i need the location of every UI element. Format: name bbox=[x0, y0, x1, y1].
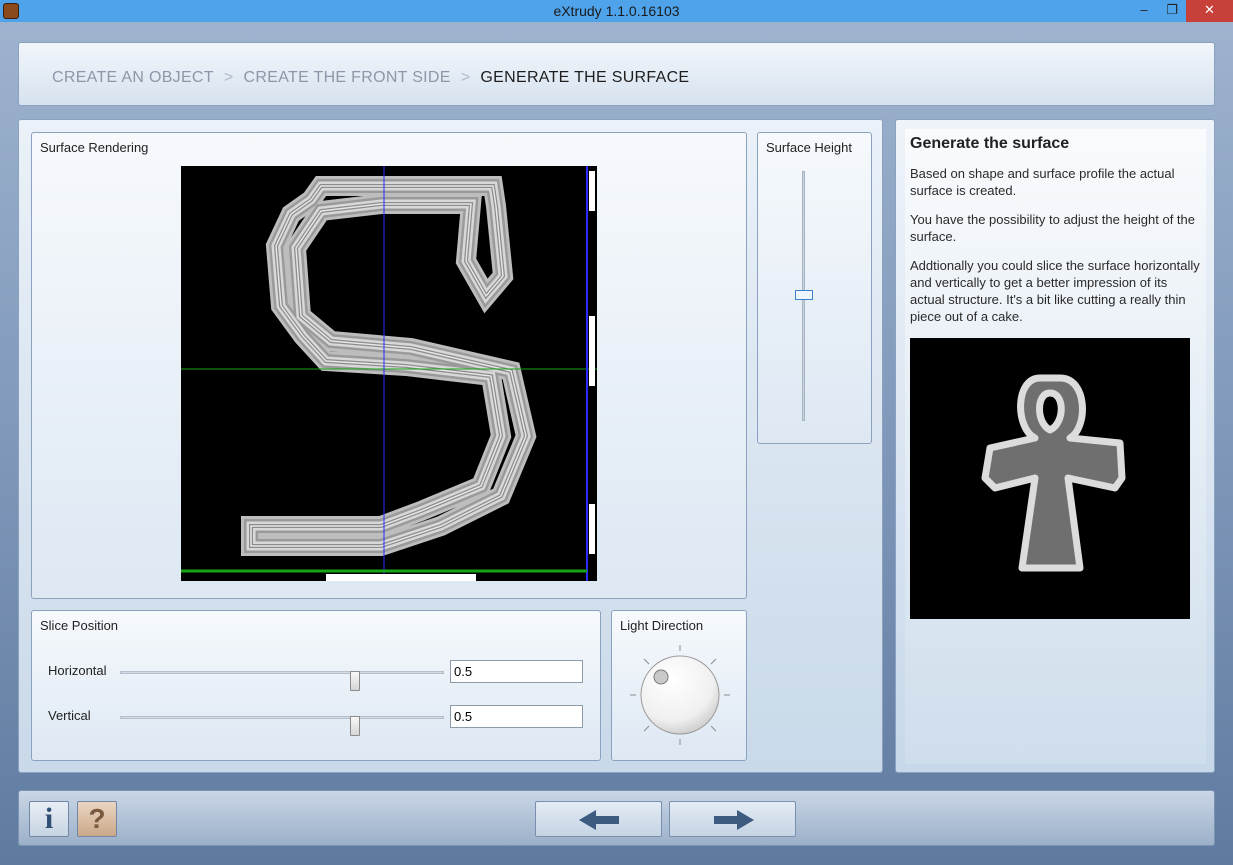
horizontal-value-input[interactable] bbox=[450, 660, 583, 683]
breadcrumb: CREATE AN OBJECT > CREATE THE FRONT SIDE > G… bbox=[52, 69, 689, 87]
bottom-navigation-bar: i ? bbox=[18, 790, 1215, 846]
vertical-label: Vertical bbox=[48, 708, 91, 723]
surface-height-group: Surface Height bbox=[757, 132, 872, 444]
breadcrumb-step-front-side[interactable]: CREATE THE FRONT SIDE bbox=[244, 69, 451, 86]
breadcrumb-separator: > bbox=[223, 69, 234, 86]
slice-position-label: Slice Position bbox=[40, 618, 119, 633]
next-button[interactable] bbox=[669, 801, 796, 837]
knob-dial-icon bbox=[630, 645, 730, 745]
main-panel: Surface Rendering Surface Height Slice P… bbox=[18, 119, 883, 773]
info-title: Generate the surface bbox=[910, 135, 1070, 152]
info-panel: Generate the surface Based on shape and … bbox=[895, 119, 1215, 773]
horizontal-label: Horizontal bbox=[48, 663, 107, 678]
surface-rendering-group: Surface Rendering bbox=[31, 132, 747, 599]
info-paragraph: Addtionally you could slice the surface … bbox=[910, 258, 1200, 324]
help-icon: ? bbox=[88, 803, 106, 834]
ankh-preview-icon bbox=[981, 374, 1126, 572]
slice-position-group: Slice Position Horizontal Vertical bbox=[31, 610, 601, 761]
window-title: eXtrudy 1.1.0.16103 bbox=[553, 3, 680, 19]
breadcrumb-step-create-object[interactable]: CREATE AN OBJECT bbox=[52, 69, 214, 86]
restore-button[interactable]: ❐ bbox=[1158, 0, 1186, 22]
close-button[interactable]: ✕ bbox=[1186, 0, 1233, 22]
arrow-right-icon bbox=[714, 810, 754, 830]
title-bar: eXtrudy 1.1.0.16103 – ❐ ✕ bbox=[0, 0, 1233, 22]
vertical-slider-thumb[interactable] bbox=[350, 716, 360, 736]
light-direction-group: Light Direction bbox=[611, 610, 747, 761]
light-direction-knob[interactable] bbox=[628, 643, 732, 747]
info-content: Generate the surface Based on shape and … bbox=[905, 129, 1206, 764]
surface-rendering-canvas[interactable] bbox=[181, 166, 597, 581]
info-icon: i bbox=[44, 802, 54, 835]
wizard-header: CREATE AN OBJECT > CREATE THE FRONT SIDE > G… bbox=[18, 42, 1215, 106]
light-direction-label: Light Direction bbox=[620, 618, 704, 633]
example-preview-image bbox=[910, 338, 1190, 619]
surface-s-shape bbox=[181, 166, 597, 581]
surface-rendering-label: Surface Rendering bbox=[40, 140, 149, 155]
surface-height-slider-thumb[interactable] bbox=[795, 290, 813, 300]
vertical-slider-track[interactable] bbox=[120, 716, 444, 736]
back-button[interactable] bbox=[535, 801, 662, 837]
minimize-button[interactable]: – bbox=[1130, 0, 1158, 22]
arrow-left-icon bbox=[579, 810, 619, 830]
info-paragraph: You have the possibility to adjust the h… bbox=[910, 212, 1195, 244]
breadcrumb-step-generate-surface: GENERATE THE SURFACE bbox=[480, 69, 690, 86]
vertical-value-input[interactable] bbox=[450, 705, 583, 728]
horizontal-slider-thumb[interactable] bbox=[350, 671, 360, 691]
horizontal-slider-track[interactable] bbox=[120, 671, 444, 691]
help-button[interactable]: ? bbox=[77, 801, 117, 837]
breadcrumb-separator: > bbox=[460, 69, 471, 86]
info-paragraph: Based on shape and surface profile the a… bbox=[910, 166, 1175, 198]
info-button[interactable]: i bbox=[29, 801, 69, 837]
surface-height-label: Surface Height bbox=[766, 140, 852, 155]
